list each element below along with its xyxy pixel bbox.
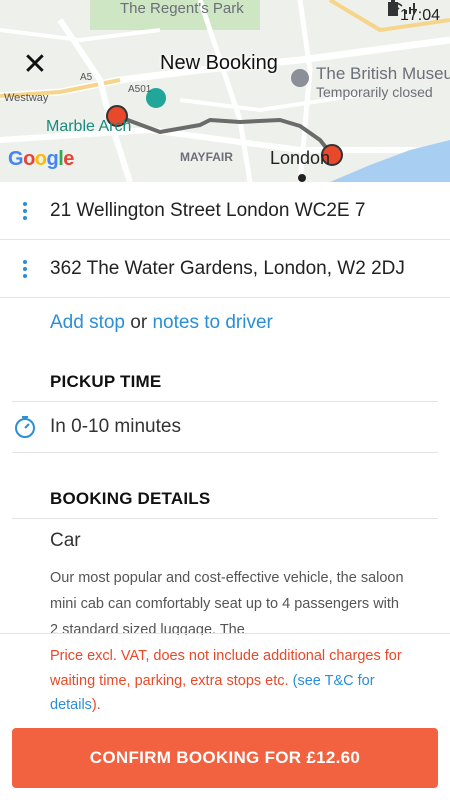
drag-handle-icon[interactable] — [0, 259, 50, 278]
timer-icon — [0, 416, 50, 438]
vehicle-description: Our most popular and cost-effective vehi… — [50, 570, 404, 635]
map-label-westway: Westway — [4, 92, 49, 104]
notes-to-driver-link[interactable]: notes to driver — [152, 312, 272, 333]
map-label-regents-park: The Regent's Park — [120, 0, 244, 17]
price-notice: Price excl. VAT, does not include additi… — [50, 644, 410, 718]
divider — [12, 452, 438, 453]
map-label-london: London — [270, 148, 331, 168]
pickup-address: 21 Wellington Street London WC2E 7 — [50, 199, 366, 221]
map-label-temporarily-closed: Temporarily closed — [316, 84, 433, 100]
dropoff-address: 362 The Water Gardens, London, W2 2DJ — [50, 257, 405, 279]
dropoff-address-row[interactable]: 362 The Water Gardens, London, W2 2DJ — [0, 240, 450, 298]
map-label-a5: A5 — [80, 72, 93, 83]
divider — [0, 633, 450, 634]
pickup-address-row[interactable]: 21 Wellington Street London WC2E 7 — [0, 182, 450, 240]
close-icon: ✕ — [22, 48, 48, 81]
booking-details-heading: BOOKING DETAILS — [50, 489, 211, 508]
google-logo: Google — [8, 148, 74, 170]
map-label-a501: A501 — [128, 84, 152, 95]
drag-handle-icon[interactable] — [0, 201, 50, 220]
pickup-time-value: In 0-10 minutes — [50, 416, 181, 437]
confirm-booking-button[interactable]: CONFIRM BOOKING FOR £12.60 — [12, 728, 438, 788]
divider — [12, 518, 438, 519]
pickup-time-row[interactable]: In 0-10 minutes — [0, 402, 450, 452]
map-label-british-museum: The British Museu — [316, 64, 450, 83]
pickup-time-heading: PICKUP TIME — [50, 372, 162, 391]
page-title: New Booking — [160, 52, 278, 74]
map-label-marble-arch: Marble Arch — [46, 118, 132, 135]
museum-pin-icon — [291, 69, 309, 87]
or-text: or — [130, 312, 148, 333]
tc-close: ). — [91, 697, 101, 713]
route-map[interactable]: The Regent's Park Westway A5 A501 The Br… — [0, 0, 450, 182]
map-label-mayfair: MAYFAIR — [180, 150, 233, 164]
vehicle-type[interactable]: Car — [50, 530, 81, 552]
close-button[interactable]: ✕ — [20, 50, 50, 80]
status-bar: 17:04 — [387, 0, 450, 32]
add-stop-link[interactable]: Add stop — [50, 312, 125, 333]
extras-line: Add stop or notes to driver — [50, 312, 273, 334]
